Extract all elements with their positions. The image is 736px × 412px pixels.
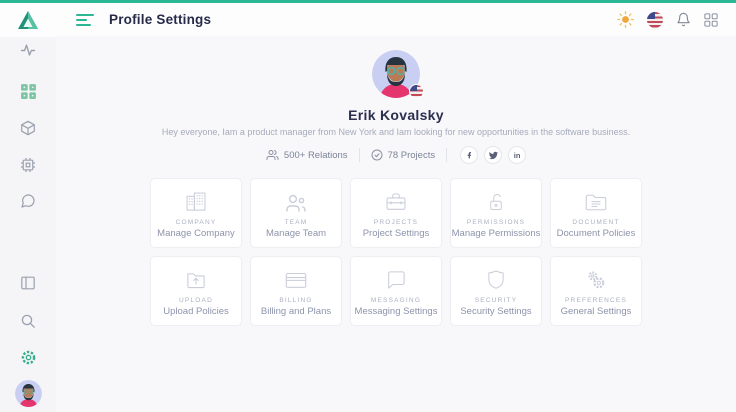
card-title: Project Settings [363,228,430,239]
app-logo[interactable] [0,3,56,37]
divider [359,148,360,162]
card-manage-permissions[interactable]: PERMISSIONS Manage Permissions [450,178,542,248]
settings-cards-grid: COMPANY Manage Company TEAM Manage Team [150,178,642,326]
chat-bubble-icon [20,193,36,209]
sidebar-item-search[interactable] [0,313,56,329]
card-category: BILLING [279,297,312,304]
unlock-icon [484,187,508,215]
relations-stat: 500+ Relations [266,149,348,161]
card-security-settings[interactable]: SECURITY Security Settings [450,256,542,326]
card-category: TEAM [285,219,308,226]
card-document-policies[interactable]: DOCUMENT Document Policies [550,178,642,248]
bell-icon [676,12,691,27]
theme-toggle-button[interactable] [617,11,634,28]
header: Profile Settings [56,3,736,36]
card-title: Manage Team [266,228,326,239]
briefcase-icon [383,187,409,215]
dashboard-grid-icon [20,83,37,100]
sidebar-user-avatar[interactable] [15,380,42,407]
profile-avatar[interactable] [372,50,420,98]
card-title: Billing and Plans [261,306,331,317]
card-manage-team[interactable]: TEAM Manage Team [250,178,342,248]
facebook-button[interactable] [460,146,478,164]
menu-icon[interactable] [76,14,94,26]
linkedin-button[interactable]: in [508,146,526,164]
divider [446,148,447,162]
card-category: PERMISSIONS [467,219,525,226]
folder-document-icon [583,187,609,215]
layout-icon [20,275,36,291]
users-icon [266,149,279,161]
triangle-logo-icon [17,10,39,30]
credit-card-icon [283,265,309,293]
apps-menu-button[interactable] [704,13,718,27]
card-project-settings[interactable]: PROJECTS Project Settings [350,178,442,248]
sidebar-item-dashboard[interactable] [0,83,56,100]
card-upload-policies[interactable]: UPLOAD Upload Policies [150,256,242,326]
linkedin-icon: in [514,151,521,160]
folder-upload-icon [183,265,209,293]
card-general-settings[interactable]: PREFERENCES General Settings [550,256,642,326]
sidebar-item-activity[interactable] [0,42,56,58]
user-avatar-image [15,380,42,407]
page-title: Profile Settings [109,12,211,27]
grid-icon [704,13,718,27]
gears-icon [583,265,609,293]
card-title: Upload Policies [163,306,228,317]
card-title: General Settings [561,306,632,317]
top-accent-bar [0,0,736,3]
main-content: Erik Kovalsky Hey everyone, Iam a produc… [56,36,736,412]
sidebar-item-layout[interactable] [0,275,56,291]
profile-settings-page: Profile Settings [0,0,736,412]
country-flag-badge [409,84,424,99]
relations-stat-label: 500+ Relations [284,150,348,161]
facebook-icon [465,151,473,159]
sidebar-item-system[interactable] [0,157,56,173]
shield-icon [484,265,508,293]
card-title: Messaging Settings [355,306,438,317]
card-title: Manage Company [157,228,235,239]
message-square-icon [383,265,409,293]
card-category: UPLOAD [179,297,213,304]
cpu-icon [20,157,36,173]
projects-stat-label: 78 Projects [388,150,436,161]
language-flag-button[interactable] [647,12,663,28]
card-billing-and-plans[interactable]: BILLING Billing and Plans [250,256,342,326]
projects-stat: 78 Projects [371,149,436,161]
header-actions [617,11,718,28]
check-circle-icon [371,149,383,161]
card-category: SECURITY [475,297,517,304]
settings-gear-icon [20,349,37,366]
team-icon [283,187,309,215]
sidebar-item-settings[interactable] [0,349,56,366]
search-icon [20,313,36,329]
profile-stats-row: 500+ Relations 78 Projects [56,146,736,164]
card-messaging-settings[interactable]: MESSAGING Messaging Settings [350,256,442,326]
profile-name: Erik Kovalsky [56,107,736,123]
box-icon [20,120,36,136]
card-manage-company[interactable]: COMPANY Manage Company [150,178,242,248]
card-category: DOCUMENT [572,219,619,226]
sidebar-item-products[interactable] [0,120,56,136]
sidebar-item-messages[interactable] [0,193,56,209]
card-title: Security Settings [460,306,531,317]
card-category: PREFERENCES [565,297,627,304]
twitter-icon [489,151,498,160]
sun-icon [617,11,634,28]
card-title: Manage Permissions [452,228,541,239]
card-category: COMPANY [176,219,217,226]
card-title: Document Policies [557,228,636,239]
card-category: PROJECTS [374,219,418,226]
notifications-button[interactable] [676,12,691,27]
profile-bio: Hey everyone, Iam a product manager from… [56,127,736,137]
sidebar [0,3,56,412]
activity-icon [20,42,36,58]
card-category: MESSAGING [371,297,421,304]
twitter-button[interactable] [484,146,502,164]
buildings-icon [183,187,209,215]
social-links: in [460,146,526,164]
